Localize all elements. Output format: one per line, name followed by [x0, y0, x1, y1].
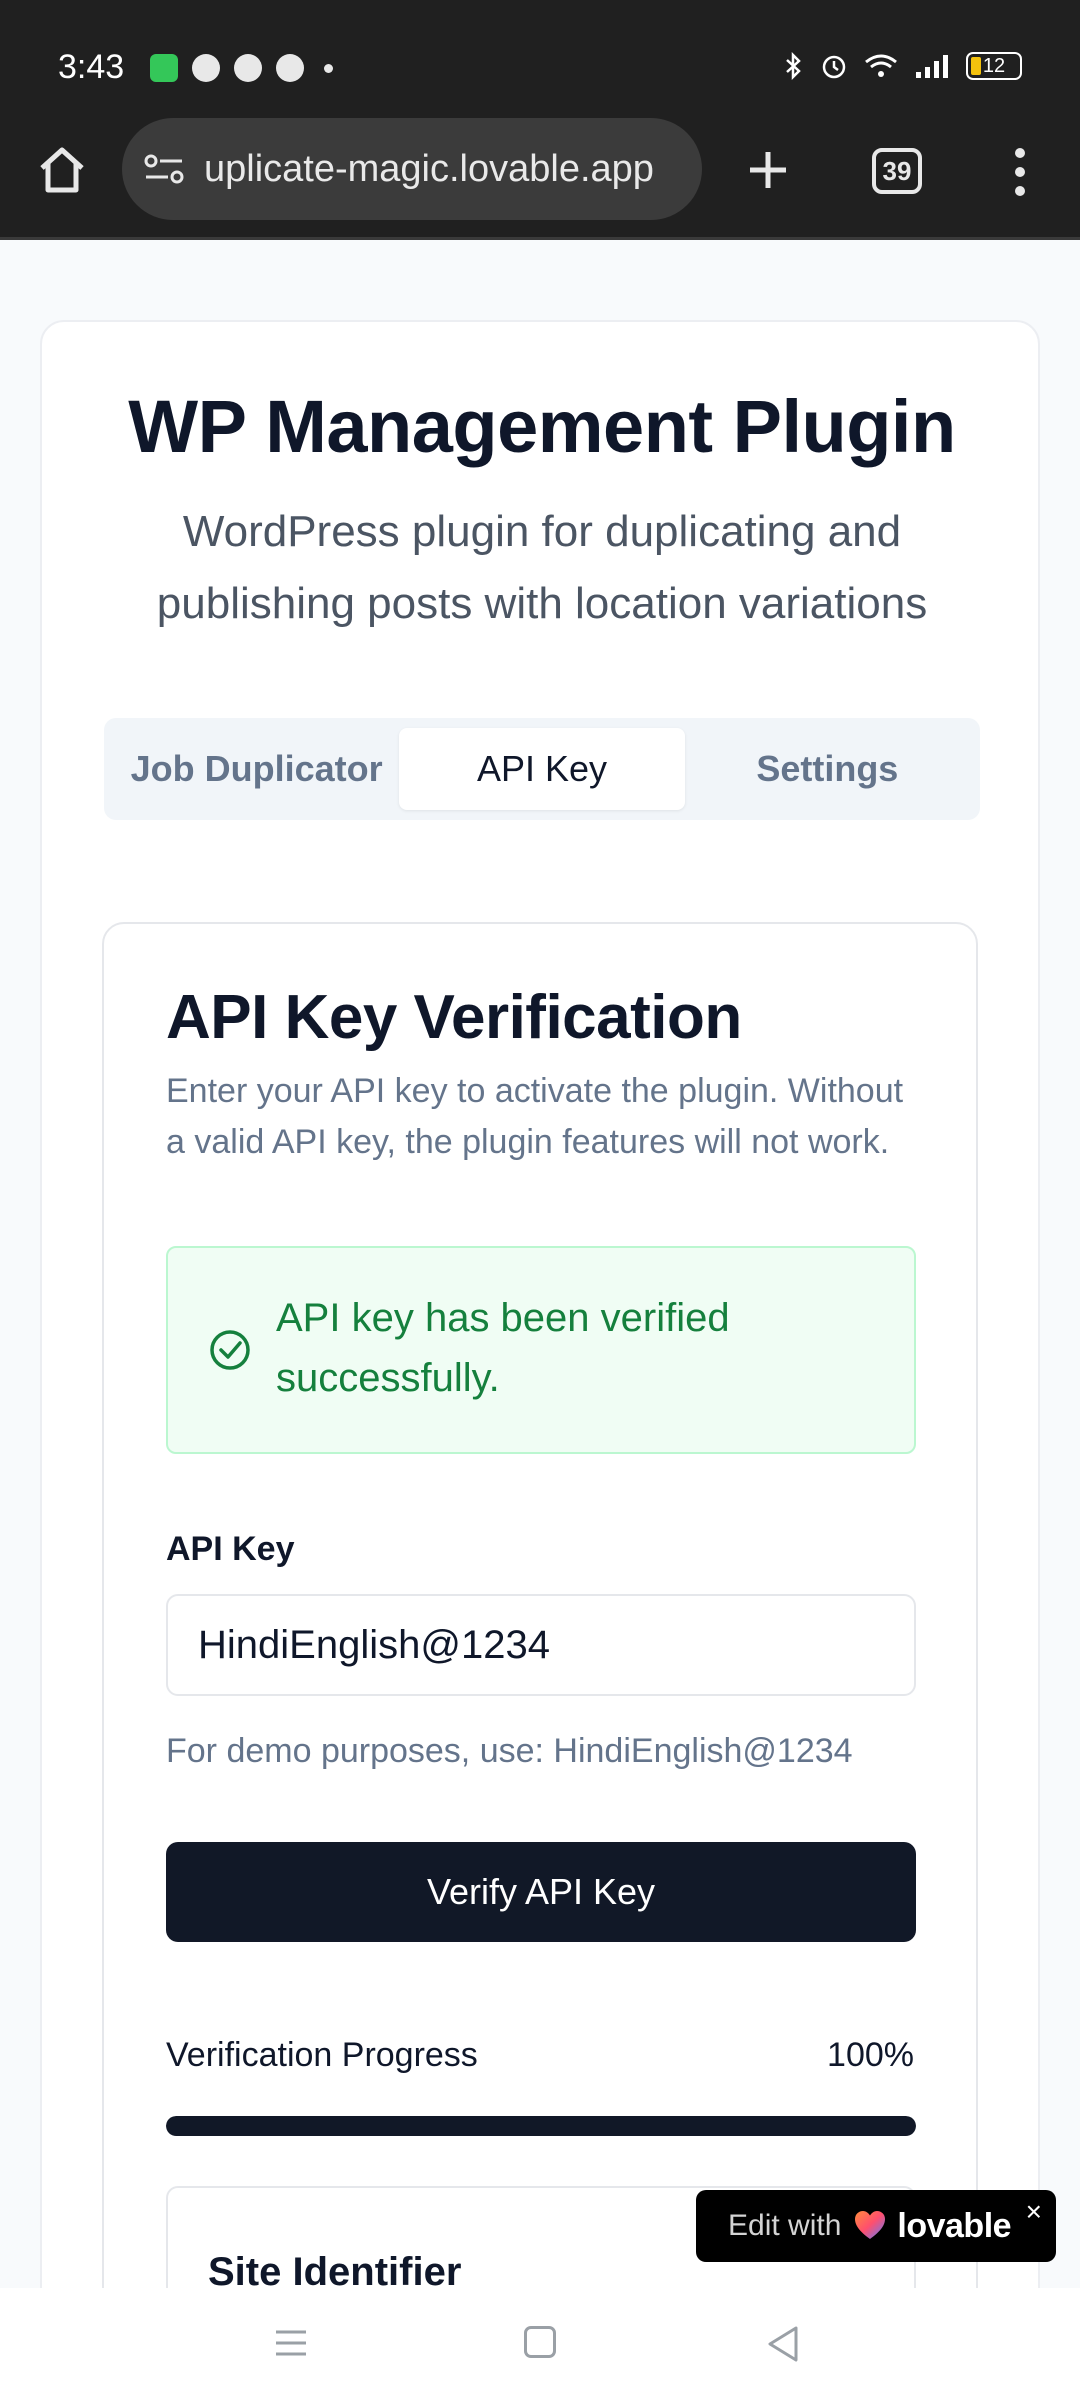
- verify-api-key-button[interactable]: Verify API Key: [166, 1842, 916, 1942]
- new-tab-icon[interactable]: [740, 142, 796, 198]
- badge-brand: lovable: [897, 2206, 1012, 2245]
- wifi-icon: [865, 54, 897, 77]
- api-key-panel: API Key Verification Enter your API key …: [102, 922, 978, 2400]
- alert-message: API key has been verified successfully.: [276, 1296, 730, 1400]
- chat-icon: [192, 54, 220, 82]
- location-icon: [276, 54, 304, 82]
- edit-with-lovable-badge[interactable]: Edit with lovable ×: [696, 2190, 1056, 2262]
- back-icon[interactable]: [764, 2324, 804, 2364]
- badge-edit-label: Edit with: [728, 2209, 842, 2242]
- signal-icon: [916, 55, 948, 78]
- recents-icon[interactable]: [274, 2328, 308, 2358]
- api-key-label: API Key: [166, 1530, 295, 1568]
- status-bar: 3:43 12: [0, 0, 1080, 112]
- battery-level: 12: [982, 54, 1006, 77]
- tab-switcher-button[interactable]: 39: [872, 148, 922, 194]
- alarm-icon: [822, 55, 846, 79]
- progress-bar: [166, 2116, 916, 2136]
- panel-wrapper: API Key Verification Enter your API key …: [40, 320, 1040, 2400]
- home-icon[interactable]: [34, 142, 90, 198]
- whatsapp-icon: [234, 54, 262, 82]
- url-text: uplicate-magic.lovable.app: [204, 147, 654, 190]
- address-bar[interactable]: uplicate-magic.lovable.app: [122, 118, 702, 220]
- notification-icons: [150, 54, 333, 82]
- battery-icon: 12: [966, 52, 1022, 80]
- api-key-hint: For demo purposes, use: HindiEnglish@123…: [166, 1732, 853, 1770]
- overflow-menu-icon[interactable]: [1000, 142, 1040, 202]
- progress-fill: [166, 2116, 916, 2136]
- status-time: 3:43: [58, 48, 125, 86]
- tab-count: 39: [882, 155, 912, 186]
- system-icons: 12: [784, 52, 1022, 80]
- site-settings-icon[interactable]: [142, 149, 186, 189]
- progress-label: Verification Progress: [166, 2036, 478, 2074]
- panel-title: API Key Verification: [166, 983, 742, 1052]
- api-key-input[interactable]: [166, 1594, 916, 1696]
- bluetooth-icon: [786, 52, 801, 80]
- lovable-heart-icon: [855, 2211, 886, 2239]
- progress-value: 100%: [827, 2036, 914, 2074]
- panel-description: Enter your API key to activate the plugi…: [166, 1072, 904, 1161]
- home-nav-icon[interactable]: [524, 2326, 556, 2358]
- check-circle-icon: [210, 1330, 250, 1370]
- more-notifications-icon: [324, 63, 333, 73]
- system-navigation-bar: [0, 2288, 1080, 2400]
- close-icon[interactable]: ×: [1026, 2196, 1042, 2228]
- success-alert: API key has been verified successfully.: [166, 1246, 916, 1454]
- browser-toolbar: uplicate-magic.lovable.app 39: [0, 112, 1080, 240]
- app-notification-icon: [150, 54, 178, 82]
